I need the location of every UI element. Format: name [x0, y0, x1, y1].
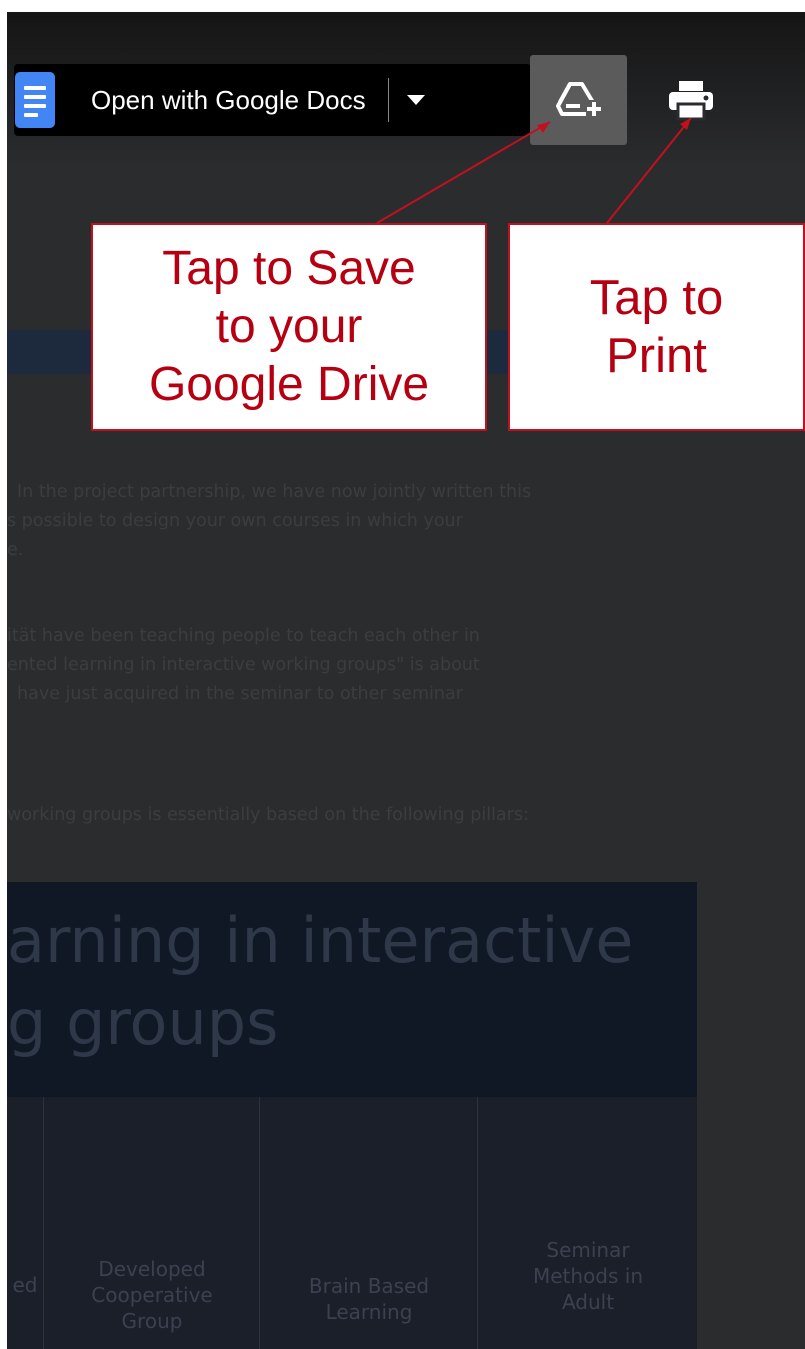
pillar-cell: Developed Cooperative Group: [43, 1097, 260, 1349]
paragraph-line: In the project partnership, we have now …: [17, 482, 532, 502]
pillar-label: Seminar Methods in Adult: [532, 1238, 644, 1314]
callout-line: Tap to Save: [162, 242, 416, 295]
callout-line: Tap to: [589, 271, 724, 325]
pillar-cell: Brain Based Learning: [259, 1097, 478, 1349]
pillar-label: Brain Based Learning: [308, 1274, 430, 1324]
button-divider: [387, 78, 389, 122]
document-banner: arning in interactive g groups: [7, 882, 697, 1097]
print-button[interactable]: [663, 74, 719, 126]
pdf-viewer-screen: In the project partnership, we have now …: [7, 12, 805, 1349]
paragraph-line: working groups is essentially based on t…: [7, 805, 529, 825]
pillars-table: ed Developed Cooperative Group Brain Bas…: [7, 1097, 697, 1349]
drive-add-icon: [555, 82, 602, 116]
printer-icon: [669, 81, 713, 121]
document-paragraph-2: ität have been teaching people to teach …: [7, 622, 480, 709]
open-with-label: Open with Google Docs: [91, 84, 366, 115]
pillar-cell: ed: [7, 1097, 43, 1349]
document-page: In the project partnership, we have now …: [7, 12, 805, 1349]
caret-down-icon[interactable]: [406, 95, 425, 105]
pillar-label: ed: [12, 1273, 38, 1297]
banner-line: g groups: [7, 986, 279, 1059]
save-to-drive-button[interactable]: [530, 55, 627, 145]
open-with-google-docs-button[interactable]: Open with Google Docs: [14, 64, 531, 136]
pillar-label: Developed Cooperative Group: [91, 1257, 213, 1333]
save-to-drive-callout: Tap to Save to your Google Drive: [91, 223, 487, 431]
print-callout: Tap to Print: [508, 223, 805, 431]
google-docs-icon: [15, 72, 55, 128]
paragraph-line: ented learning in interactive working gr…: [7, 655, 480, 675]
callout-line: Print: [606, 329, 707, 383]
paragraph-line: e.: [7, 540, 24, 560]
paragraph-line: s possible to design your own courses in…: [7, 511, 463, 531]
paragraph-line: ität have been teaching people to teach …: [7, 626, 480, 646]
paragraph-line: have just acquired in the seminar to oth…: [17, 684, 463, 704]
document-paragraph-1: In the project partnership, we have now …: [7, 478, 531, 565]
pillar-cell: Seminar Methods in Adult: [477, 1097, 698, 1349]
callout-line: to your: [215, 300, 363, 353]
document-paragraph-3: working groups is essentially based on t…: [7, 801, 529, 830]
callout-line: Google Drive: [148, 358, 430, 411]
banner-line: arning in interactive: [7, 904, 634, 977]
